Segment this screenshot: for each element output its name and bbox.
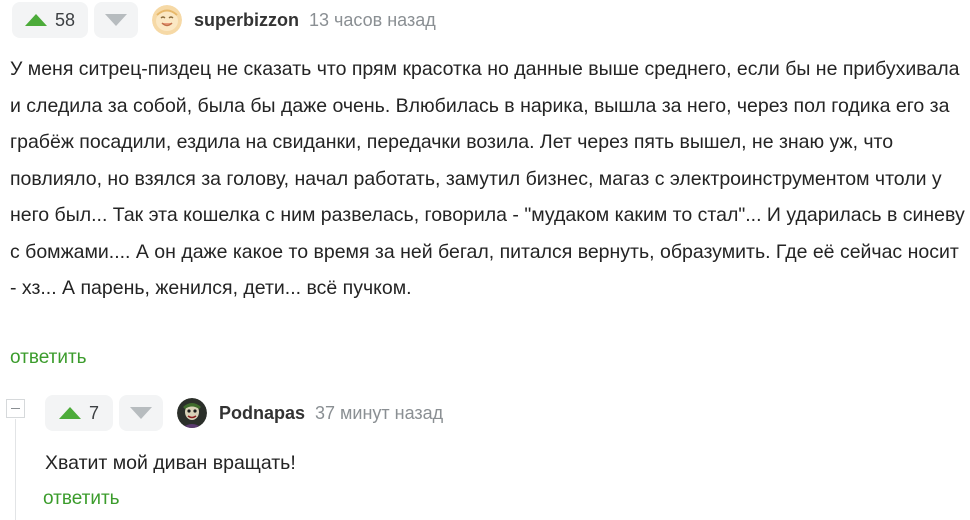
- comment-header: 58 superbizzon 13 часов назад: [12, 2, 436, 38]
- thread-line[interactable]: [15, 419, 16, 520]
- comment-time[interactable]: 37 минут назад: [315, 403, 443, 424]
- reply-comment-header: 7 Podnapas 37 минут назад: [45, 395, 443, 431]
- avatar[interactable]: [152, 5, 182, 35]
- comment-time[interactable]: 13 часов назад: [309, 10, 436, 31]
- author-name[interactable]: Podnapas: [219, 403, 305, 424]
- vote-count: 7: [88, 402, 99, 423]
- avatar[interactable]: [177, 398, 207, 428]
- author-name[interactable]: superbizzon: [194, 10, 299, 31]
- collapse-thread-button[interactable]: [6, 399, 25, 418]
- comment-text: Хватит мой диван вращать!: [45, 452, 296, 474]
- comment-text: У меня ситрец-пиздец не сказать что прям…: [10, 58, 965, 299]
- downvote-arrow-icon: [105, 14, 127, 26]
- vote-count: 58: [54, 9, 76, 30]
- smiling-face-avatar-icon: [152, 5, 182, 35]
- downvote-button[interactable]: [94, 2, 138, 38]
- downvote-arrow-icon: [130, 407, 152, 419]
- reply-button[interactable]: ответить: [43, 488, 120, 510]
- upvote-button[interactable]: 58: [12, 2, 88, 38]
- downvote-button[interactable]: [119, 395, 163, 431]
- upvote-button[interactable]: 7: [45, 395, 113, 431]
- reply-button[interactable]: ответить: [10, 347, 87, 369]
- dark-figure-avatar-icon: [177, 398, 207, 428]
- upvote-arrow-icon: [24, 14, 47, 26]
- upvote-arrow-icon: [58, 407, 81, 419]
